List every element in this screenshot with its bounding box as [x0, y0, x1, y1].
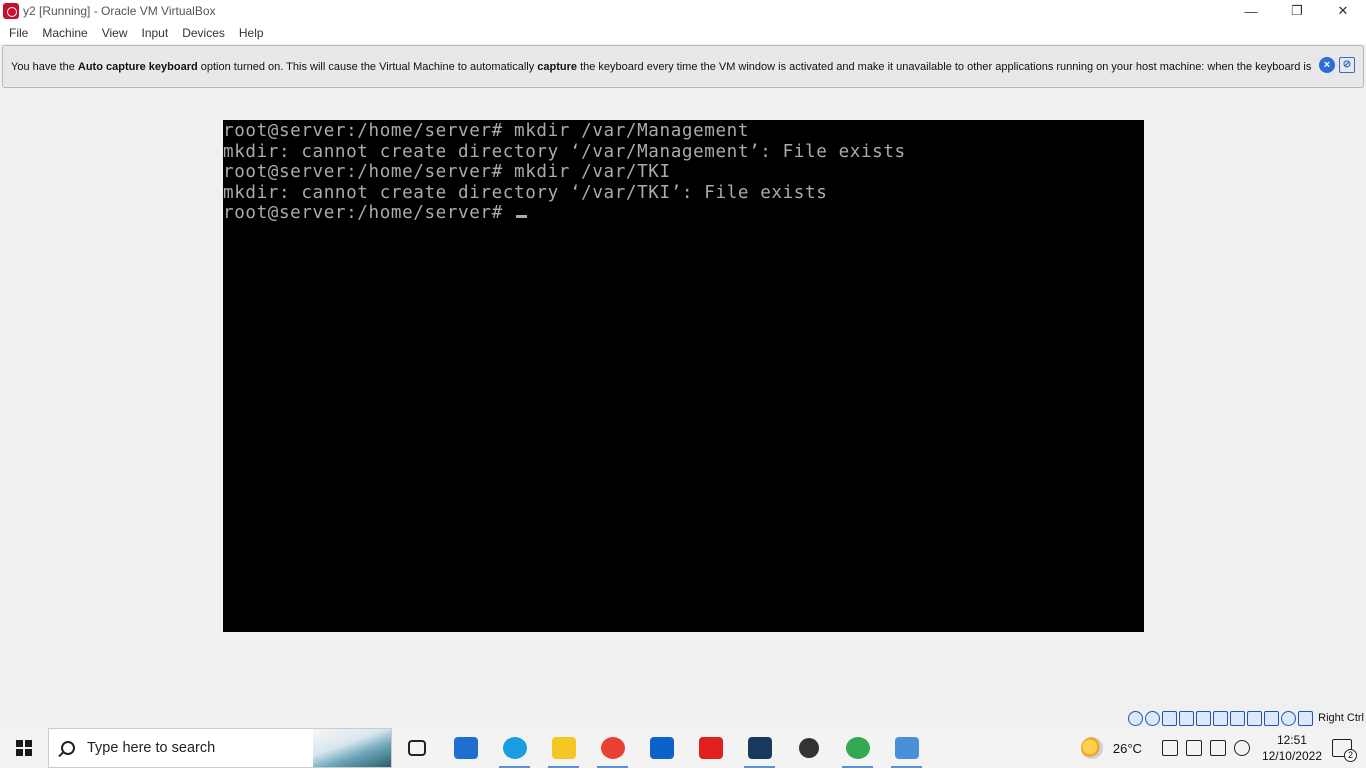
console-line: root@server:/home/server# mkdir /var/TKI — [223, 162, 671, 182]
taskbar-mail-button[interactable] — [441, 728, 490, 768]
mail-icon — [453, 737, 478, 759]
taskbar-chrome-button[interactable] — [588, 728, 637, 768]
notice-bold-1: Auto capture keyboard — [77, 60, 198, 73]
menu-file[interactable]: File — [2, 26, 35, 40]
recording-icon[interactable] — [1247, 710, 1263, 726]
notice-text-2: option turned on. This will cause the Vi… — [197, 60, 538, 73]
virtualbox-icon — [747, 737, 772, 759]
volume-muted-icon[interactable] — [1209, 740, 1226, 756]
menu-devices[interactable]: Devices — [175, 26, 232, 40]
menu-input[interactable]: Input — [135, 26, 176, 40]
close-notice-icon[interactable]: × — [1319, 57, 1335, 73]
close-icon: ✕ — [1337, 3, 1349, 18]
vm-display[interactable]: root@server:/home/server# mkdir /var/Man… — [223, 120, 1144, 632]
chrome-profile-icon — [845, 737, 870, 759]
close-button[interactable]: ✕ — [1320, 0, 1366, 22]
settings-icon — [798, 738, 819, 758]
notice-actions: × ⊘ — [1319, 57, 1355, 73]
taskbar-virtualbox-button[interactable] — [735, 728, 784, 768]
menu-bar: File Machine View Input Devices Help — [0, 22, 1366, 44]
window-title: y2 [Running] - Oracle VM VirtualBox — [23, 4, 216, 18]
weather-icon[interactable] — [1080, 737, 1103, 759]
vm-status-bar: Right Ctrl — [1128, 709, 1366, 727]
pinned-apps — [392, 728, 931, 768]
taskbar-file-explorer-button[interactable] — [539, 728, 588, 768]
taskbar-wps-button[interactable] — [686, 728, 735, 768]
text-cursor — [516, 215, 528, 218]
clock[interactable]: 12:51 12/10/2022 — [1262, 732, 1322, 764]
console-line: mkdir: cannot create directory ‘/var/TKI… — [223, 182, 828, 203]
console-prompt-line: root@server:/home/server# — [223, 203, 1144, 224]
optical-drive-icon[interactable] — [1145, 710, 1161, 726]
hard-disk-icon[interactable] — [1128, 710, 1144, 726]
weather-temperature[interactable]: 26°C — [1113, 741, 1142, 756]
taskbar: Type here to search 26°C 12:51 12/10/202… — [0, 728, 1366, 768]
windows-logo-icon — [16, 740, 32, 756]
notice-text-1: You have the — [11, 60, 78, 73]
taskbar-remote-desktop-button[interactable] — [882, 728, 931, 768]
taskbar-chrome-profile-button[interactable] — [833, 728, 882, 768]
clock-time: 12:51 — [1276, 733, 1307, 747]
keyboard-capture-icon[interactable] — [1298, 710, 1314, 726]
menu-view[interactable]: View — [95, 26, 135, 40]
file-explorer-icon — [551, 737, 576, 759]
taskbar-task-view-button[interactable] — [392, 728, 441, 768]
display-icon[interactable] — [1230, 710, 1246, 726]
notice-bold-2: capture — [537, 60, 578, 73]
console-line: root@server:/home/server# mkdir /var/Man… — [223, 121, 750, 141]
virtualbox-app-icon — [3, 3, 19, 19]
menu-machine[interactable]: Machine — [35, 26, 94, 40]
taskbar-settings-button[interactable] — [784, 728, 833, 768]
taskbar-store-button[interactable] — [637, 728, 686, 768]
start-button[interactable] — [0, 728, 48, 768]
notification-count: 2 — [1344, 749, 1357, 762]
search-box[interactable]: Type here to search — [48, 728, 392, 768]
do-not-show-again-icon[interactable]: ⊘ — [1339, 57, 1355, 73]
remote-desktop-icon — [894, 737, 919, 759]
network-tray-icon[interactable] — [1185, 740, 1202, 756]
auto-capture-notice: You have the Auto capture keyboard optio… — [2, 45, 1364, 88]
minimize-button[interactable]: — — [1228, 0, 1274, 22]
usb-icon[interactable] — [1196, 710, 1212, 726]
shared-folders-icon[interactable] — [1213, 710, 1229, 726]
console-line: mkdir: cannot create directory ‘/var/Man… — [223, 141, 906, 162]
host-key-label: Right Ctrl — [1318, 712, 1364, 724]
chrome-icon — [600, 737, 625, 759]
search-icon — [61, 741, 75, 755]
console-prompt: root@server:/home/server# — [223, 203, 515, 223]
restore-icon: ❐ — [1291, 3, 1303, 18]
window-controls: — ❐ ✕ — [1228, 0, 1366, 22]
cpu-icon[interactable] — [1264, 710, 1280, 726]
pen-icon[interactable] — [1233, 740, 1250, 756]
terminal-output: root@server:/home/server# mkdir /var/Man… — [223, 120, 1144, 224]
taskbar-edge-button[interactable] — [490, 728, 539, 768]
search-placeholder: Type here to search — [87, 740, 216, 756]
system-tray: 26°C 12:51 12/10/2022 2 — [1080, 728, 1366, 768]
edge-icon — [502, 737, 527, 759]
clock-date: 12/10/2022 — [1261, 749, 1322, 763]
network-icon[interactable] — [1179, 710, 1195, 726]
audio-icon[interactable] — [1162, 710, 1178, 726]
menu-help[interactable]: Help — [232, 26, 271, 40]
search-highlight-image — [313, 729, 391, 767]
title-bar: y2 [Running] - Oracle VM VirtualBox — ❐ … — [0, 0, 1366, 22]
notice-text-3: the keyboard every time the VM window is… — [577, 60, 1312, 73]
notification-center-icon[interactable]: 2 — [1332, 739, 1357, 762]
store-icon — [649, 737, 674, 759]
task-view-icon — [407, 740, 426, 756]
wps-icon — [698, 737, 723, 759]
minimize-icon: — — [1244, 3, 1258, 19]
notice-message: You have the Auto capture keyboard optio… — [11, 61, 1316, 73]
meet-now-icon[interactable] — [1161, 740, 1178, 756]
restore-button[interactable]: ❐ — [1274, 0, 1320, 22]
mouse-integration-icon[interactable] — [1281, 710, 1297, 726]
